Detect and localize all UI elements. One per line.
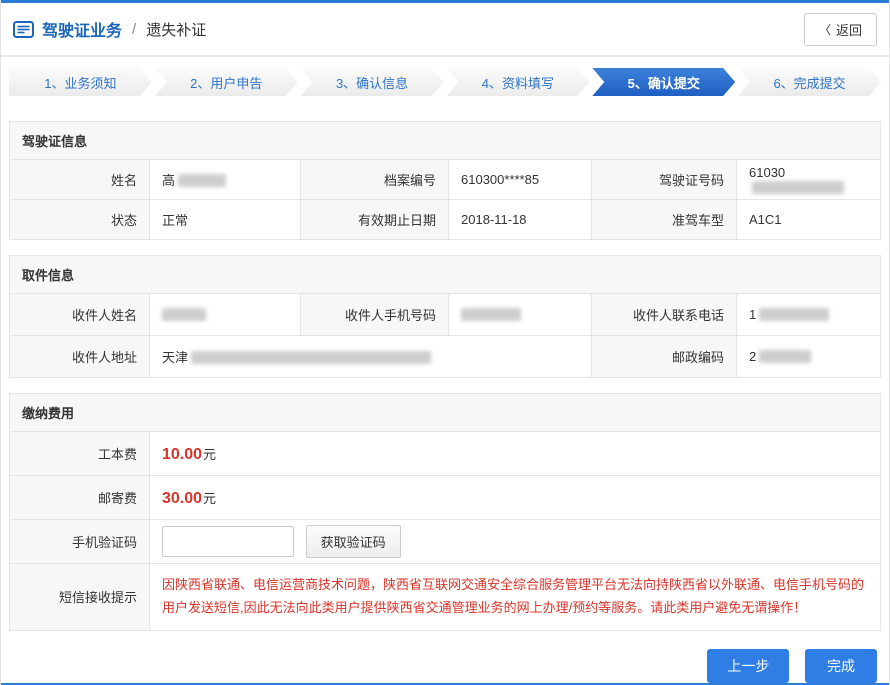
recipient-phone-label: 收件人联系电话 [592,294,737,336]
name-label: 姓名 [10,160,150,200]
page-title: 驾驶证业务 [42,17,122,41]
step-1-business-notice[interactable]: 1、业务须知 [9,68,152,96]
recipient-address-label: 收件人地址 [10,336,150,378]
step-wizard: 1、业务须知 2、用户申告 3、确认信息 4、资料填写 5、确认提交 6、完成提… [1,57,889,106]
table-row: 短信接收提示 因陕西省联通、电信运营商技术问题，陕西省互联网交通安全综合服务管理… [10,564,881,631]
recipient-name-value [150,294,301,336]
table-row: 姓名 高 档案编号 610300****85 驾驶证号码 61030 [10,160,881,200]
expiry-date-value: 2018-11-18 [449,200,592,240]
redacted-text [759,350,811,363]
name-value: 高 [150,160,301,200]
footer-actions: 上一步 完成 [1,631,889,683]
license-info-table: 姓名 高 档案编号 610300****85 驾驶证号码 61030 状态 正常… [9,159,881,240]
step-6-complete-submit[interactable]: 6、完成提交 [738,68,881,96]
page: 驾驶证业务 / 遗失补证 〈 返回 1、业务须知 2、用户申告 3、确认信息 4… [0,0,890,685]
step-5-confirm-submit[interactable]: 5、确认提交 [592,68,735,96]
fees-table: 工本费 10.00元 邮寄费 30.00元 手机验证码 获取验证码 短信接收提 [9,431,881,631]
file-number-value: 610300****85 [449,160,592,200]
table-row: 手机验证码 获取验证码 [10,520,881,564]
get-captcha-button[interactable]: 获取验证码 [306,525,401,558]
recipient-mobile-label: 收件人手机号码 [301,294,449,336]
captcha-input[interactable] [162,526,294,557]
redacted-text [191,351,431,364]
production-fee-value: 10.00元 [150,432,881,476]
table-row: 工本费 10.00元 [10,432,881,476]
captcha-cell: 获取验证码 [150,520,881,564]
file-number-label: 档案编号 [301,160,449,200]
mailing-fee-value: 30.00元 [150,476,881,520]
redacted-text [461,308,521,321]
license-info-section: 驾驶证信息 姓名 高 档案编号 610300****85 驾驶证号码 61030 [9,121,881,240]
sms-notice-text: 因陕西省联通、电信运营商技术问题，陕西省互联网交通安全综合服务管理平台无法向持陕… [162,574,868,620]
recipient-mobile-value [449,294,592,336]
form-list-icon [13,21,34,38]
fee-unit: 元 [203,447,216,462]
pickup-info-section: 取件信息 收件人姓名 收件人手机号码 收件人联系电话 1 [9,255,881,378]
fee-amount: 10.00 [162,446,202,463]
pickup-info-table: 收件人姓名 收件人手机号码 收件人联系电话 1 收件人地址 天津 邮政编码 [9,293,881,378]
status-value: 正常 [150,200,301,240]
fee-amount: 30.00 [162,490,202,507]
sms-notice-label: 短信接收提示 [10,564,150,631]
postal-code-label: 邮政编码 [592,336,737,378]
license-number-value: 61030 [737,160,881,200]
redacted-text [752,181,844,194]
back-button-label: 返回 [836,20,862,39]
step-2-user-declaration[interactable]: 2、用户申告 [155,68,298,96]
fee-unit: 元 [203,491,216,506]
production-fee-label: 工本费 [10,432,150,476]
page-subtitle: 遗失补证 [146,19,206,40]
postal-code-value: 2 [737,336,881,378]
table-row: 状态 正常 有效期止日期 2018-11-18 准驾车型 A1C1 [10,200,881,240]
mailing-fee-label: 邮寄费 [10,476,150,520]
captcha-label: 手机验证码 [10,520,150,564]
vehicle-class-label: 准驾车型 [592,200,737,240]
recipient-address-value: 天津 [150,336,592,378]
title-separator: / [132,21,136,38]
back-button[interactable]: 〈 返回 [804,13,877,46]
table-row: 收件人地址 天津 邮政编码 2 [10,336,881,378]
title-wrap: 驾驶证业务 / 遗失补证 [13,17,206,41]
redacted-text [162,308,206,321]
license-number-label: 驾驶证号码 [592,160,737,200]
finish-button[interactable]: 完成 [805,649,877,683]
status-label: 状态 [10,200,150,240]
redacted-text [178,174,226,187]
expiry-date-label: 有效期止日期 [301,200,449,240]
sms-notice-cell: 因陕西省联通、电信运营商技术问题，陕西省互联网交通安全综合服务管理平台无法向持陕… [150,564,881,631]
fees-section-title: 缴纳费用 [9,393,881,431]
recipient-name-label: 收件人姓名 [10,294,150,336]
fees-section: 缴纳费用 工本费 10.00元 邮寄费 30.00元 手机验证码 [9,393,881,631]
table-row: 收件人姓名 收件人手机号码 收件人联系电话 1 [10,294,881,336]
page-header: 驾驶证业务 / 遗失补证 〈 返回 [1,3,889,57]
table-row: 邮寄费 30.00元 [10,476,881,520]
prev-step-button[interactable]: 上一步 [707,649,789,683]
license-section-title: 驾驶证信息 [9,121,881,159]
step-4-fill-in-data[interactable]: 4、资料填写 [446,68,589,96]
vehicle-class-value: A1C1 [737,200,881,240]
redacted-text [759,308,829,321]
pickup-section-title: 取件信息 [9,255,881,293]
recipient-phone-value: 1 [737,294,881,336]
step-3-confirm-info[interactable]: 3、确认信息 [301,68,444,96]
back-chevron-icon: 〈 [819,21,831,38]
